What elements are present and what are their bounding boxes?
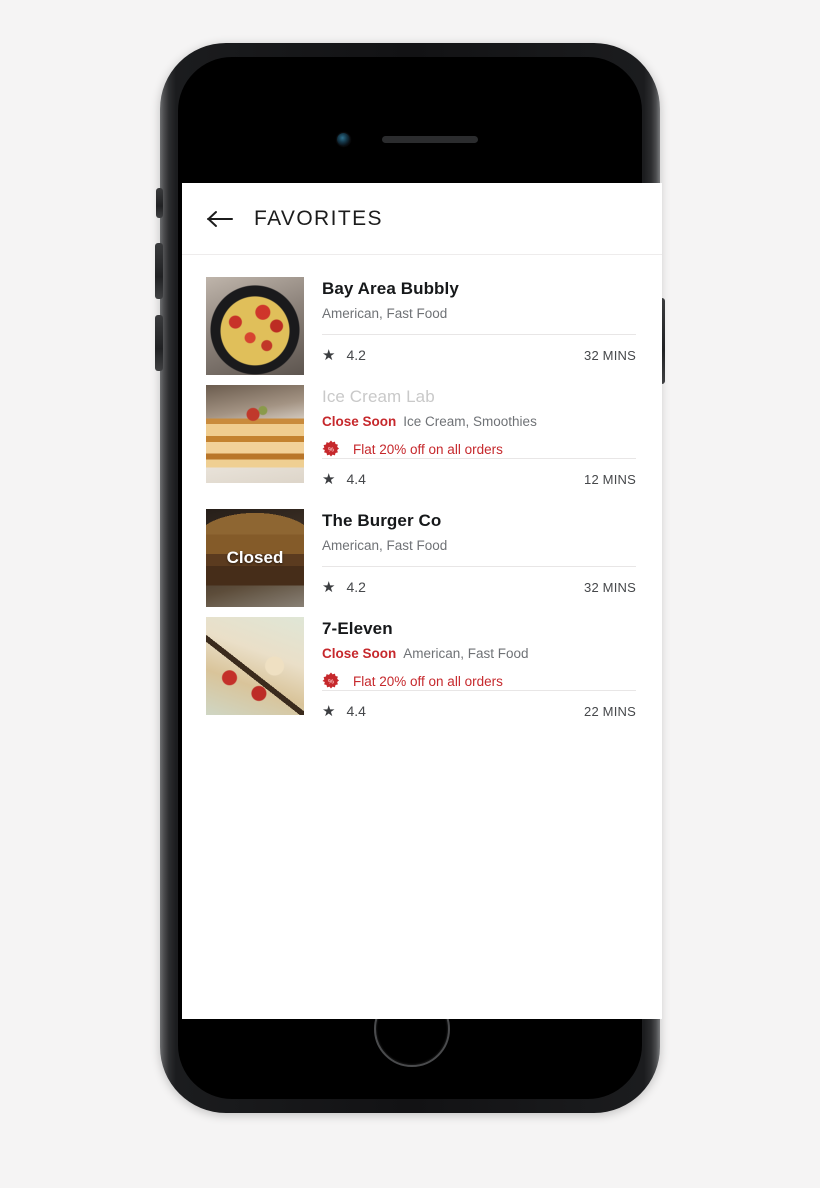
rating-group: ★ 4.2 <box>322 579 366 595</box>
discount-badge-icon: % <box>322 440 340 458</box>
restaurant-thumbnail[interactable] <box>206 617 304 715</box>
restaurant-image <box>206 617 304 715</box>
silent-switch[interactable] <box>156 188 163 218</box>
favorites-list: Bay Area Bubbly American, Fast Food ★ 4.… <box>182 255 662 731</box>
restaurant-cuisines: American, Fast Food <box>322 538 448 553</box>
star-icon: ★ <box>322 470 336 488</box>
star-icon: ★ <box>322 346 336 364</box>
discount-badge-icon: % <box>322 672 340 690</box>
delivery-eta: 32 MINS <box>584 579 636 595</box>
delivery-eta: 22 MINS <box>584 703 636 719</box>
app-header: FAVORITES <box>182 183 662 255</box>
app-screen: FAVORITES Bay Area Bubbly American, Fast… <box>182 183 662 1019</box>
restaurant-thumbnail[interactable] <box>206 277 304 375</box>
phone-body: FAVORITES Bay Area Bubbly American, Fast… <box>155 43 665 1113</box>
restaurant-cuisines: Close Soon Ice Cream, Smoothies <box>322 414 636 429</box>
rating-value: 4.4 <box>346 703 366 719</box>
phone-mockup: FAVORITES Bay Area Bubbly American, Fast… <box>150 35 670 1120</box>
restaurant-name: Bay Area Bubbly <box>322 279 459 298</box>
volume-down-button[interactable] <box>155 315 163 371</box>
page-title: FAVORITES <box>254 206 383 230</box>
restaurant-stats: ★ 4.2 32 MINS <box>322 566 636 607</box>
list-item[interactable]: Bay Area Bubbly American, Fast Food ★ 4.… <box>182 277 662 375</box>
svg-text:%: % <box>328 447 334 454</box>
offer-line: % Flat 20% off on all orders <box>322 672 636 690</box>
star-icon: ★ <box>322 702 336 720</box>
camera-lens-icon <box>337 133 350 146</box>
offer-line: % Flat 20% off on all orders <box>322 440 636 458</box>
rating-group: ★ 4.4 <box>322 471 366 487</box>
restaurant-thumbnail[interactable] <box>206 385 304 483</box>
star-icon: ★ <box>322 578 336 596</box>
list-item[interactable]: Ice Cream Lab Close Soon Ice Cream, Smoot… <box>182 385 662 499</box>
offer-text: Flat 20% off on all orders <box>353 673 503 689</box>
restaurant-image <box>206 277 304 375</box>
rating-group: ★ 4.2 <box>322 347 366 363</box>
cuisine-text: American, Fast Food <box>403 646 529 661</box>
status-badge: Close Soon <box>322 414 397 429</box>
earpiece-speaker-icon <box>382 136 478 143</box>
restaurant-name: 7-Eleven <box>322 619 393 638</box>
closed-label: Closed <box>226 548 284 567</box>
volume-up-button[interactable] <box>155 243 163 299</box>
status-badge: Close Soon <box>322 646 397 661</box>
delivery-eta: 12 MINS <box>584 471 636 487</box>
rating-value: 4.4 <box>346 471 366 487</box>
cuisine-text: Ice Cream, Smoothies <box>403 414 537 429</box>
restaurant-cuisines: American, Fast Food <box>322 306 448 321</box>
restaurant-name: Ice Cream Lab <box>322 387 435 406</box>
rating-value: 4.2 <box>346 347 366 363</box>
restaurant-name: The Burger Co <box>322 511 442 530</box>
rating-value: 4.2 <box>346 579 366 595</box>
delivery-eta: 32 MINS <box>584 347 636 363</box>
restaurant-thumbnail[interactable]: Closed <box>206 509 304 607</box>
svg-text:%: % <box>328 679 334 686</box>
restaurant-cuisines: Close Soon American, Fast Food <box>322 646 636 661</box>
arrow-left-icon <box>207 210 233 227</box>
list-item[interactable]: Closed The Burger Co American, Fast Food… <box>182 509 662 607</box>
restaurant-stats: ★ 4.4 22 MINS <box>322 690 636 731</box>
rating-group: ★ 4.4 <box>322 703 366 719</box>
list-item[interactable]: 7-Eleven Close Soon American, Fast Food % <box>182 617 662 731</box>
restaurant-stats: ★ 4.2 32 MINS <box>322 334 636 375</box>
restaurant-image <box>206 385 304 483</box>
back-button[interactable] <box>206 206 236 232</box>
restaurant-stats: ★ 4.4 12 MINS <box>322 458 636 499</box>
offer-text: Flat 20% off on all orders <box>353 441 503 457</box>
